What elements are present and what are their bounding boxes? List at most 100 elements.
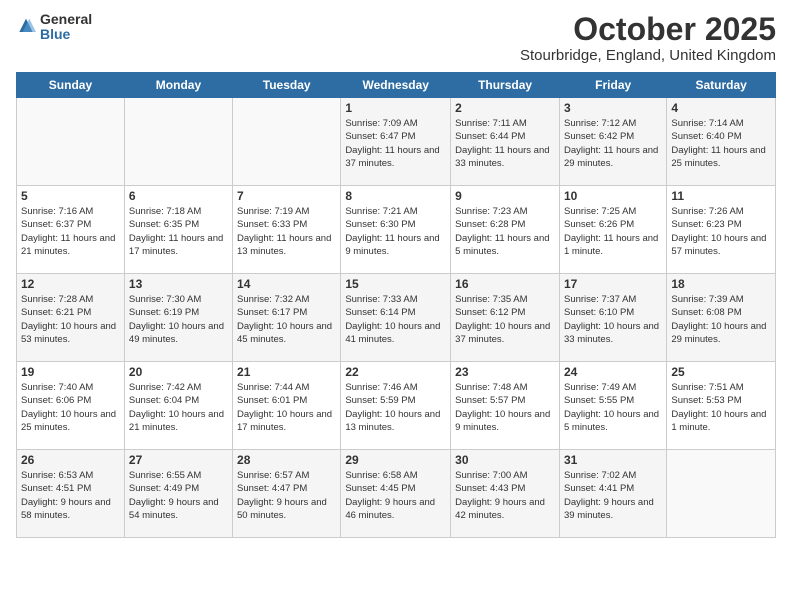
table-row: 23Sunrise: 7:48 AMSunset: 5:57 PMDayligh…	[451, 362, 560, 450]
day-number: 22	[345, 365, 446, 379]
day-info: Sunrise: 7:37 AMSunset: 6:10 PMDaylight:…	[564, 293, 662, 346]
subtitle: Stourbridge, England, United Kingdom	[520, 47, 776, 64]
day-number: 29	[345, 453, 446, 467]
day-info: Sunrise: 6:53 AMSunset: 4:51 PMDaylight:…	[21, 469, 120, 522]
table-row: 31Sunrise: 7:02 AMSunset: 4:41 PMDayligh…	[559, 450, 666, 538]
day-info: Sunrise: 7:16 AMSunset: 6:37 PMDaylight:…	[21, 205, 120, 258]
table-row: 29 Sunrise: 6:58 AMSunset: 4:45 PMDayligh…	[341, 450, 451, 538]
day-number: 24	[564, 365, 662, 379]
table-row: 26Sunrise: 6:53 AMSunset: 4:51 PMDayligh…	[17, 450, 125, 538]
day-info: Sunrise: 7:00 AMSunset: 4:43 PMDaylight:…	[455, 469, 555, 522]
day-number: 6	[129, 189, 228, 203]
day-info: Sunrise: 7:14 AMSunset: 6:40 PMDaylight:…	[671, 117, 771, 170]
table-row	[233, 98, 341, 186]
table-row: 14 Sunrise: 7:32 AMSunset: 6:17 PMDayligh…	[233, 274, 341, 362]
day-number: 19	[21, 365, 120, 379]
table-row: 17Sunrise: 7:37 AMSunset: 6:10 PMDayligh…	[559, 274, 666, 362]
day-info: Sunrise: 7:44 AMSunset: 6:01 PMDaylight:…	[237, 381, 336, 434]
header: General Blue October 2025 Stourbridge, E…	[16, 12, 776, 64]
table-row: 13 Sunrise: 7:30 AMSunset: 6:19 PMDayligh…	[124, 274, 232, 362]
table-row: 22 Sunrise: 7:46 AMSunset: 5:59 PMDayligh…	[341, 362, 451, 450]
table-row: 9Sunrise: 7:23 AMSunset: 6:28 PMDaylight…	[451, 186, 560, 274]
logo-general-text: General	[40, 12, 92, 27]
calendar-header-row: Sunday Monday Tuesday Wednesday Thursday…	[17, 73, 776, 98]
day-info: Sunrise: 6:58 AMSunset: 4:45 PMDaylight:…	[345, 469, 446, 522]
table-row: 20 Sunrise: 7:42 AMSunset: 6:04 PMDayligh…	[124, 362, 232, 450]
day-number: 5	[21, 189, 120, 203]
day-number: 11	[671, 189, 771, 203]
day-number: 12	[21, 277, 120, 291]
logo: General Blue	[16, 12, 92, 43]
day-info: Sunrise: 7:46 AMSunset: 5:59 PMDaylight:…	[345, 381, 446, 434]
col-friday: Friday	[559, 73, 666, 98]
day-info: Sunrise: 6:57 AMSunset: 4:47 PMDaylight:…	[237, 469, 336, 522]
day-info: Sunrise: 7:28 AMSunset: 6:21 PMDaylight:…	[21, 293, 120, 346]
table-row: 11 Sunrise: 7:26 AMSunset: 6:23 PMDayligh…	[667, 186, 776, 274]
table-row: 19 Sunrise: 7:40 AMSunset: 6:06 PMDayligh…	[17, 362, 125, 450]
table-row: 27 Sunrise: 6:55 AMSunset: 4:49 PMDayligh…	[124, 450, 232, 538]
day-info: Sunrise: 7:11 AMSunset: 6:44 PMDaylight:…	[455, 117, 555, 170]
table-row: 6 Sunrise: 7:18 AMSunset: 6:35 PMDaylight…	[124, 186, 232, 274]
week-row-0: 1 Sunrise: 7:09 AMSunset: 6:47 PMDaylight…	[17, 98, 776, 186]
col-saturday: Saturday	[667, 73, 776, 98]
table-row: 8 Sunrise: 7:21 AMSunset: 6:30 PMDaylight…	[341, 186, 451, 274]
day-number: 28	[237, 453, 336, 467]
day-number: 23	[455, 365, 555, 379]
day-info: Sunrise: 7:21 AMSunset: 6:30 PMDaylight:…	[345, 205, 446, 258]
day-info: Sunrise: 7:18 AMSunset: 6:35 PMDaylight:…	[129, 205, 228, 258]
day-number: 25	[671, 365, 771, 379]
table-row: 21 Sunrise: 7:44 AMSunset: 6:01 PMDayligh…	[233, 362, 341, 450]
month-title: October 2025	[520, 12, 776, 47]
day-info: Sunrise: 7:23 AMSunset: 6:28 PMDaylight:…	[455, 205, 555, 258]
week-row-3: 19 Sunrise: 7:40 AMSunset: 6:06 PMDayligh…	[17, 362, 776, 450]
col-wednesday: Wednesday	[341, 73, 451, 98]
table-row	[17, 98, 125, 186]
day-info: Sunrise: 6:55 AMSunset: 4:49 PMDaylight:…	[129, 469, 228, 522]
day-info: Sunrise: 7:26 AMSunset: 6:23 PMDaylight:…	[671, 205, 771, 258]
day-number: 16	[455, 277, 555, 291]
table-row: 12 Sunrise: 7:28 AMSunset: 6:21 PMDayligh…	[17, 274, 125, 362]
table-row: 10 Sunrise: 7:25 AMSunset: 6:26 PMDayligh…	[559, 186, 666, 274]
title-section: October 2025 Stourbridge, England, Unite…	[520, 12, 776, 64]
logo-blue-text: Blue	[40, 27, 92, 42]
day-number: 10	[564, 189, 662, 203]
day-info: Sunrise: 7:09 AMSunset: 6:47 PMDaylight:…	[345, 117, 446, 170]
day-number: 21	[237, 365, 336, 379]
day-number: 14	[237, 277, 336, 291]
table-row: 30Sunrise: 7:00 AMSunset: 4:43 PMDayligh…	[451, 450, 560, 538]
day-info: Sunrise: 7:19 AMSunset: 6:33 PMDaylight:…	[237, 205, 336, 258]
day-info: Sunrise: 7:25 AMSunset: 6:26 PMDaylight:…	[564, 205, 662, 258]
day-info: Sunrise: 7:35 AMSunset: 6:12 PMDaylight:…	[455, 293, 555, 346]
day-info: Sunrise: 7:32 AMSunset: 6:17 PMDaylight:…	[237, 293, 336, 346]
table-row: 25 Sunrise: 7:51 AMSunset: 5:53 PMDayligh…	[667, 362, 776, 450]
day-number: 20	[129, 365, 228, 379]
logo-text: General Blue	[40, 12, 92, 43]
table-row: 1 Sunrise: 7:09 AMSunset: 6:47 PMDaylight…	[341, 98, 451, 186]
day-number: 4	[671, 101, 771, 115]
col-tuesday: Tuesday	[233, 73, 341, 98]
day-info: Sunrise: 7:33 AMSunset: 6:14 PMDaylight:…	[345, 293, 446, 346]
col-monday: Monday	[124, 73, 232, 98]
table-row: 3Sunrise: 7:12 AMSunset: 6:42 PMDaylight…	[559, 98, 666, 186]
day-number: 27	[129, 453, 228, 467]
day-number: 15	[345, 277, 446, 291]
table-row: 5 Sunrise: 7:16 AMSunset: 6:37 PMDaylight…	[17, 186, 125, 274]
table-row: 16 Sunrise: 7:35 AMSunset: 6:12 PMDayligh…	[451, 274, 560, 362]
table-row	[124, 98, 232, 186]
table-row: 7Sunrise: 7:19 AMSunset: 6:33 PMDaylight…	[233, 186, 341, 274]
table-row: 18Sunrise: 7:39 AMSunset: 6:08 PMDayligh…	[667, 274, 776, 362]
day-number: 13	[129, 277, 228, 291]
day-number: 8	[345, 189, 446, 203]
day-info: Sunrise: 7:39 AMSunset: 6:08 PMDaylight:…	[671, 293, 771, 346]
week-row-1: 5 Sunrise: 7:16 AMSunset: 6:37 PMDaylight…	[17, 186, 776, 274]
day-info: Sunrise: 7:42 AMSunset: 6:04 PMDaylight:…	[129, 381, 228, 434]
day-info: Sunrise: 7:30 AMSunset: 6:19 PMDaylight:…	[129, 293, 228, 346]
day-number: 3	[564, 101, 662, 115]
table-row: 4 Sunrise: 7:14 AMSunset: 6:40 PMDaylight…	[667, 98, 776, 186]
col-thursday: Thursday	[451, 73, 560, 98]
day-number: 1	[345, 101, 446, 115]
table-row	[667, 450, 776, 538]
table-row: 2Sunrise: 7:11 AMSunset: 6:44 PMDaylight…	[451, 98, 560, 186]
day-info: Sunrise: 7:51 AMSunset: 5:53 PMDaylight:…	[671, 381, 771, 434]
day-info: Sunrise: 7:40 AMSunset: 6:06 PMDaylight:…	[21, 381, 120, 434]
